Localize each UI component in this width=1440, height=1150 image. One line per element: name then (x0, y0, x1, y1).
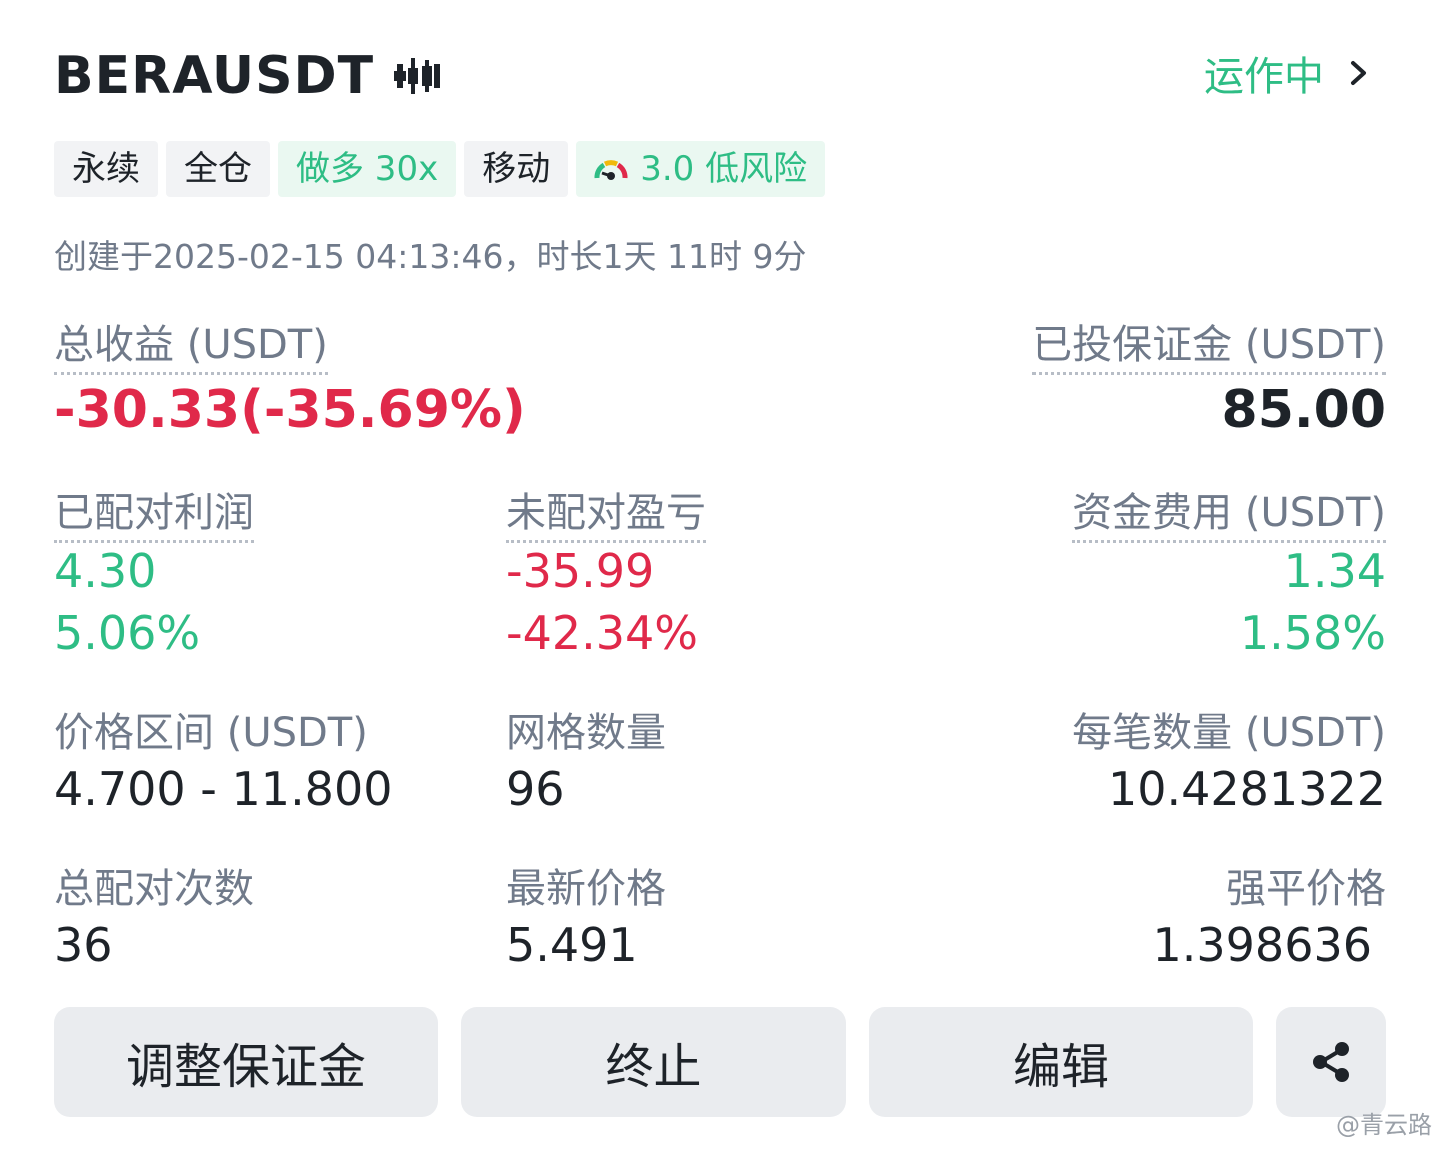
grid-count-value: 96 (506, 762, 565, 816)
share-button[interactable] (1276, 1007, 1386, 1117)
edit-button[interactable]: 编辑 (869, 1007, 1253, 1117)
grid-bot-icon (394, 58, 441, 94)
tag-type: 移动 (464, 141, 569, 197)
total-matches-value: 36 (54, 918, 113, 972)
status-text: 运作中 (1204, 54, 1324, 100)
adjust-margin-button[interactable]: 调整保证金 (54, 1007, 438, 1117)
price-range-label: 价格区间 (USDT) (54, 710, 368, 756)
risk-gauge-icon (594, 160, 628, 180)
bot-title: BERAUSDT (54, 46, 442, 106)
matched-profit-label[interactable]: 已配对利润 (54, 480, 254, 543)
funding-fee-label[interactable]: 资金费用 (USDT) (1072, 480, 1386, 543)
risk-text: 3.0 低风险 (640, 149, 808, 189)
status-link[interactable]: 运作中 (1204, 44, 1370, 102)
share-icon (1313, 1042, 1349, 1082)
unmatched-pnl-percent: -42.34% (506, 606, 698, 660)
matched-profit-amount: 4.30 (54, 544, 157, 598)
invested-margin-value: 85.00 (1221, 380, 1386, 440)
liq-price-label: 强平价格 (1226, 866, 1386, 912)
stop-button[interactable]: 终止 (461, 1007, 846, 1117)
price-range-value: 4.700 - 11.800 (54, 762, 393, 816)
last-price-label: 最新价格 (506, 866, 666, 912)
unmatched-pnl-label[interactable]: 未配对盈亏 (506, 480, 706, 543)
total-pnl-label[interactable]: 总收益 (USDT) (54, 312, 328, 375)
unmatched-pnl-amount: -35.99 (506, 544, 655, 598)
tag-risk[interactable]: 3.0 低风险 (576, 141, 826, 197)
symbol-name: BERAUSDT (54, 46, 375, 106)
invested-margin-label[interactable]: 已投保证金 (USDT) (1032, 312, 1386, 375)
matched-profit-percent: 5.06% (54, 606, 201, 660)
tag-perpetual: 永续 (54, 141, 158, 197)
liq-price-value: 1.398636 (1152, 918, 1373, 972)
grid-count-label: 网格数量 (506, 710, 666, 756)
total-matches-label: 总配对次数 (54, 866, 254, 912)
chevron-right-icon (1351, 61, 1366, 85)
total-pnl-value: -30.33(-35.69%) (54, 380, 526, 440)
funding-fee-amount: 1.34 (1283, 544, 1386, 598)
per-order-value: 10.4281322 (1107, 762, 1386, 816)
watermark: @青云路 (1336, 1111, 1432, 1139)
tag-direction: 做多 30x (278, 141, 457, 197)
created-info: 创建于2025-02-15 04:13:46，时长1天 11时 9分 (54, 237, 807, 276)
funding-fee-percent: 1.58% (1239, 606, 1386, 660)
last-price-value: 5.491 (506, 918, 638, 972)
tag-margin-mode: 全仓 (166, 141, 270, 197)
tag-row: 永续 全仓 做多 30x 移动 3.0 低风险 (54, 141, 826, 197)
per-order-label: 每笔数量 (USDT) (1072, 710, 1386, 756)
